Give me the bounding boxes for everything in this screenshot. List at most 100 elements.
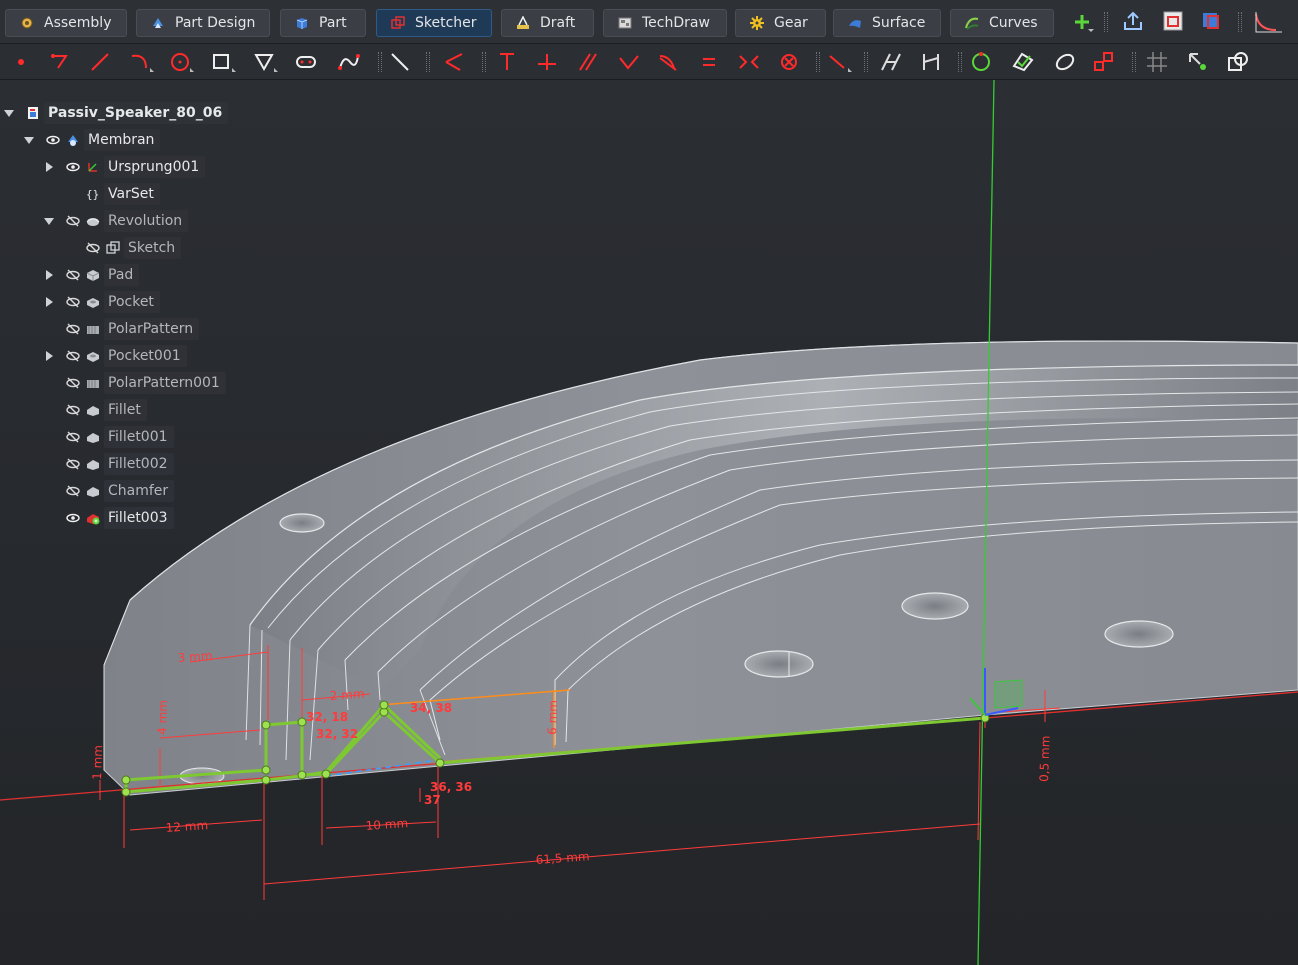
workbench-tab-techdraw[interactable]: TechDraw (603, 9, 727, 37)
visibility-hidden-icon[interactable] (66, 377, 80, 389)
chamfer-icon (87, 487, 99, 497)
freecad-window: Assembly Part Design Part Sketcher Draft… (0, 0, 1298, 965)
polygon-tool[interactable] (252, 50, 278, 74)
visibility-hidden-icon[interactable] (66, 485, 80, 497)
constrain-perpendicular-tool[interactable] (534, 50, 560, 74)
constrain-tangent-tool[interactable] (656, 50, 682, 74)
dimension-10mm[interactable]: 10 mm (365, 816, 408, 833)
3d-viewport[interactable]: 3 mm 2 mm 4 mm 1 mm 6 mm 12 mm 10 mm 61,… (0, 80, 1298, 965)
constrain-symmetric-tool[interactable] (736, 50, 762, 74)
tree-label: Membran (84, 129, 161, 151)
dimension-61-5mm[interactable]: 61,5 mm (535, 849, 590, 867)
workbench-label: Gear (774, 15, 808, 31)
snap-icon (1189, 53, 1206, 70)
svg-text:{}: {} (86, 188, 99, 201)
toggle-driving-tool[interactable] (878, 50, 904, 74)
bspline-icon (338, 54, 360, 70)
dimension-6mm[interactable]: 6 mm (545, 700, 560, 735)
array-tool[interactable] (1092, 50, 1118, 74)
visibility-hidden-icon[interactable] (66, 350, 80, 362)
tree-label: Pocket (104, 291, 160, 313)
workbench-tab-part[interactable]: Part (280, 9, 366, 37)
constraint-label[interactable]: 32, 32 (316, 727, 358, 741)
line-tool[interactable] (88, 50, 114, 74)
visibility-hidden-icon[interactable] (66, 269, 80, 281)
constraint-label[interactable]: 36, 36 (430, 780, 472, 794)
collapse-arrow-icon[interactable] (4, 108, 14, 118)
constrain-block-tool[interactable] (776, 50, 802, 74)
add-icon[interactable] (1072, 12, 1094, 34)
point-tool[interactable] (8, 50, 34, 74)
tree-label: Fillet001 (104, 426, 174, 448)
expand-arrow-icon[interactable] (44, 297, 54, 307)
validate-sketch-tool[interactable] (1010, 50, 1036, 74)
dimension-1mm[interactable]: 1 mm (90, 745, 105, 780)
workbench-tab-curves[interactable]: Curves (950, 9, 1054, 37)
sketch-view-icon[interactable] (1162, 10, 1184, 32)
slot-tool[interactable] (294, 50, 320, 74)
dimension-4mm[interactable]: 4 mm (155, 700, 170, 735)
constraint-label[interactable]: 32, 18 (306, 710, 348, 724)
constrain-angle-tool[interactable] (616, 50, 642, 74)
grid-tool[interactable] (1144, 50, 1170, 74)
gear-icon (750, 16, 764, 30)
workbench-tab-gear[interactable]: Gear (735, 9, 826, 37)
expand-arrow-icon[interactable] (44, 162, 54, 172)
membrane-part[interactable] (103, 340, 1298, 796)
visibility-hidden-icon[interactable] (66, 323, 80, 335)
constraint-label[interactable]: 37 (424, 793, 441, 807)
visibility-hidden-icon[interactable] (66, 458, 80, 470)
lock-icon (829, 55, 852, 72)
constrain-parallel-tool[interactable] (576, 50, 602, 74)
toggle-active-tool[interactable] (918, 50, 944, 74)
tangent-icon (659, 55, 677, 71)
workbench-tab-assembly[interactable]: Assembly (5, 9, 127, 37)
tree-label: Fillet002 (104, 453, 174, 475)
snap-tool[interactable] (1186, 50, 1212, 74)
workbench-tab-draft[interactable]: Draft (501, 9, 594, 37)
export-icon[interactable] (1122, 10, 1144, 32)
collapse-arrow-icon[interactable] (44, 216, 54, 226)
expand-arrow-icon[interactable] (44, 351, 54, 361)
constraint-label[interactable]: 34, 38 (410, 701, 452, 715)
part-icon (296, 18, 308, 29)
polyline-tool[interactable] (48, 50, 74, 74)
toggle-active-icon (923, 54, 939, 70)
section-view-icon[interactable] (1200, 10, 1222, 32)
collapse-arrow-icon[interactable] (24, 135, 34, 145)
visibility-hidden-icon[interactable] (66, 296, 80, 308)
external-geometry-tool[interactable] (442, 50, 468, 74)
rendering-order-tool[interactable] (1226, 50, 1252, 74)
parallel-icon (579, 53, 597, 71)
workbench-tab-part-design[interactable]: Part Design (136, 9, 270, 37)
visibility-hidden-icon[interactable] (66, 431, 80, 443)
dimension-0-5mm[interactable]: 0,5 mm (1037, 735, 1053, 782)
visibility-eye-icon[interactable] (46, 134, 60, 146)
symmetric-icon (739, 55, 759, 69)
workbench-label: Part Design (175, 15, 256, 31)
constrain-equal-tool[interactable] (696, 50, 722, 74)
workbench-tab-surface[interactable]: Surface (833, 9, 941, 37)
curve-tool-icon[interactable] (1254, 10, 1284, 34)
visibility-hidden-icon[interactable] (86, 242, 100, 254)
visibility-eye-icon[interactable] (66, 512, 80, 524)
visibility-eye-icon[interactable] (66, 161, 80, 173)
construction-tool[interactable] (388, 50, 414, 74)
bspline-tool[interactable] (336, 50, 362, 74)
toggle-driving-icon (881, 53, 901, 71)
workbench-label: Part (319, 15, 347, 31)
constrain-vertical-distance-tool[interactable] (494, 50, 520, 74)
circle-tool[interactable] (168, 50, 194, 74)
arc-tool[interactable] (128, 50, 154, 74)
rectangle-tool[interactable] (210, 50, 236, 74)
visibility-hidden-icon[interactable] (66, 404, 80, 416)
mirror-tool[interactable] (1052, 50, 1078, 74)
visibility-hidden-icon[interactable] (66, 215, 80, 227)
workbench-tab-sketcher[interactable]: Sketcher (376, 9, 492, 37)
expand-arrow-icon[interactable] (44, 270, 54, 280)
constrain-lock-tool[interactable] (826, 50, 852, 74)
dimension-3mm[interactable]: 3 mm (177, 649, 213, 665)
b-spline-degree-tool[interactable] (968, 50, 994, 74)
dimension-2mm[interactable]: 2 mm (329, 687, 365, 703)
dimension-12mm[interactable]: 12 mm (165, 818, 208, 835)
